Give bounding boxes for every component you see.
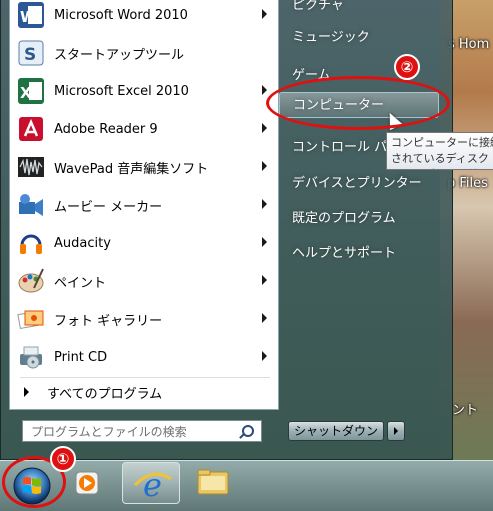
submenu-arrow-icon[interactable]: [262, 351, 267, 361]
menu-item-music[interactable]: ミュージック: [292, 26, 370, 45]
word-icon: W: [16, 0, 46, 30]
submenu-arrow-icon[interactable]: [262, 199, 267, 209]
startup-tool-icon: S: [16, 38, 46, 68]
program-item[interactable]: S スタートアップツール: [10, 35, 278, 71]
shutdown-options-button[interactable]: [387, 421, 405, 441]
svg-text:S: S: [24, 45, 36, 65]
shutdown-button[interactable]: シャットダウン: [288, 421, 384, 441]
program-item[interactable]: Adobe Reader 9: [10, 111, 278, 147]
taskbar-explorer[interactable]: [190, 462, 236, 504]
program-item[interactable]: ムービー メーカー: [10, 187, 278, 223]
all-programs-label: すべてのプログラム: [47, 386, 163, 402]
wallpaper-text-2: p Files: [447, 176, 488, 191]
wallpaper-text-3: ント: [452, 403, 479, 418]
submenu-arrow-icon[interactable]: [262, 237, 267, 247]
print-cd-icon: [16, 342, 46, 372]
folder-icon: [197, 469, 229, 495]
program-item[interactable]: ペイント: [10, 263, 278, 299]
start-menu: W Microsoft Word 2010 S スタートアップツール X Microsof…: [0, 0, 453, 460]
media-player-icon: [75, 471, 99, 495]
program-item[interactable]: Print CD: [10, 339, 278, 375]
annotation-badge-1: ①: [50, 446, 76, 472]
excel-icon: X: [16, 76, 46, 106]
programs-pane: W Microsoft Word 2010 S スタートアップツール X Microsof…: [9, 0, 279, 410]
audacity-icon: [16, 228, 46, 258]
arrow-right-icon: [24, 387, 29, 397]
search-box[interactable]: [22, 420, 262, 443]
program-label: WavePad 音声編集ソフト: [54, 161, 209, 177]
submenu-arrow-icon[interactable]: [262, 275, 267, 285]
menu-item-devices-printers[interactable]: デバイスとプリンター: [292, 172, 422, 191]
program-label: フォト ギャラリー: [54, 313, 163, 329]
wallpaper-text-1: s Hom: [448, 37, 490, 52]
program-label: ムービー メーカー: [54, 199, 163, 215]
program-item[interactable]: W Microsoft Word 2010: [10, 0, 278, 33]
computer-tooltip: コンピューターに接続されているディスク ドライブやその他のハードウェアを参照しま…: [386, 132, 493, 170]
wavepad-icon: [16, 152, 46, 182]
program-label: Audacity: [54, 235, 111, 251]
submenu-arrow-icon[interactable]: [262, 313, 267, 323]
paint-icon: [16, 266, 46, 296]
menu-item-default-programs[interactable]: 既定のプログラム: [292, 207, 396, 226]
all-programs-button[interactable]: すべてのプログラム: [10, 378, 278, 406]
submenu-arrow-icon[interactable]: [262, 161, 267, 171]
submenu-arrow-icon[interactable]: [262, 9, 267, 19]
submenu-arrow-icon[interactable]: [262, 85, 267, 95]
program-label: Adobe Reader 9: [54, 121, 158, 137]
svg-text:X: X: [20, 84, 32, 102]
submenu-arrow-icon[interactable]: [262, 123, 267, 133]
program-item[interactable]: Audacity: [10, 225, 278, 261]
program-item[interactable]: WavePad 音声編集ソフト: [10, 149, 278, 185]
search-input[interactable]: [23, 421, 243, 443]
highlight-computer: [266, 76, 450, 130]
menu-item-pictures[interactable]: ピクチャ: [292, 0, 344, 13]
taskbar-internet-explorer[interactable]: e: [122, 462, 180, 504]
menu-item-help-support[interactable]: ヘルプとサポート: [292, 242, 396, 261]
search-icon[interactable]: [242, 425, 254, 437]
program-label: スタートアップツール: [54, 47, 185, 63]
internet-explorer-icon: e: [133, 466, 172, 504]
adobe-reader-icon: [16, 114, 46, 144]
photo-gallery-icon: [16, 304, 46, 334]
program-item[interactable]: フォト ギャラリー: [10, 301, 278, 337]
program-label: ペイント: [54, 275, 107, 291]
annotation-badge-2: ②: [394, 54, 420, 80]
arrow-right-icon: [394, 427, 398, 435]
program-item[interactable]: X Microsoft Excel 2010: [10, 73, 278, 109]
program-label: Print CD: [54, 349, 108, 365]
movie-maker-icon: [16, 190, 46, 220]
taskbar-media-player[interactable]: [70, 462, 106, 504]
program-label: Microsoft Word 2010: [54, 7, 188, 23]
svg-text:e: e: [143, 466, 162, 504]
svg-text:W: W: [20, 8, 37, 26]
program-label: Microsoft Excel 2010: [54, 83, 189, 99]
